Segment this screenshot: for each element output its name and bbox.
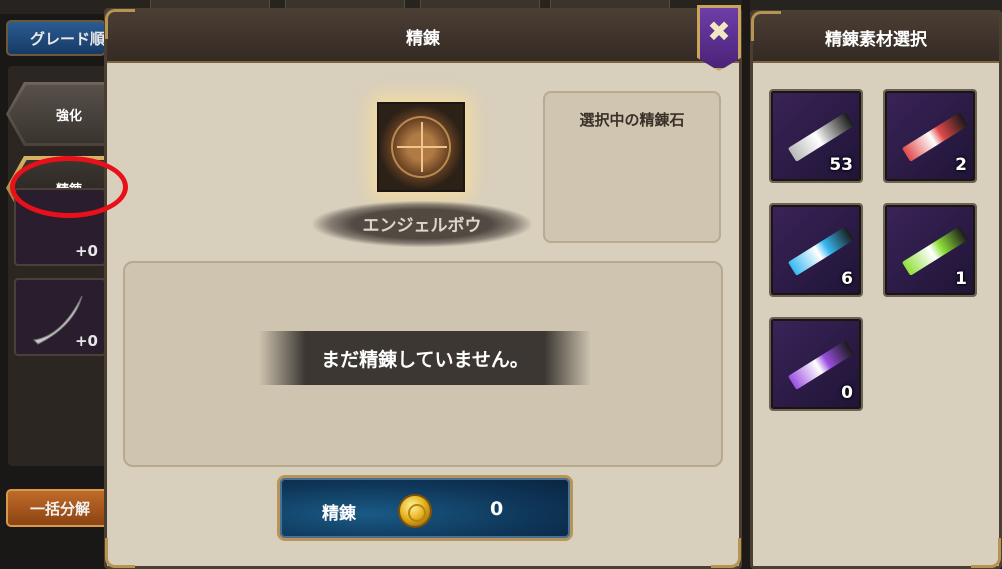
gold-coin-icon xyxy=(398,494,432,528)
material-purple-stone[interactable]: 0 xyxy=(769,317,863,411)
highlight-circle xyxy=(10,156,128,218)
tab-enhance-label: 強化 xyxy=(55,108,82,124)
refine-panel-header: 精錬 xyxy=(107,11,739,63)
frame-corner xyxy=(751,11,781,41)
item-card-scimitar[interactable]: +0 xyxy=(14,278,106,356)
material-count: 1 xyxy=(955,269,967,289)
material-count: 53 xyxy=(829,155,853,175)
material-panel: 精錬素材選択 53 2 6 1 0 xyxy=(750,10,1002,569)
item-level: +0 xyxy=(74,242,98,260)
material-gray-stone[interactable]: 53 xyxy=(769,89,863,183)
frame-corner xyxy=(971,538,1001,568)
bow-icon-crossbar xyxy=(397,146,447,148)
material-count: 2 xyxy=(955,155,967,175)
material-count: 6 xyxy=(841,269,853,289)
frame-corner xyxy=(711,538,741,568)
tab-enhance[interactable]: 強化 xyxy=(6,82,118,146)
game-screen: グレード順 強化 精錬 +0 +0 一括分解 精錬 ✖ エンジ xyxy=(0,0,1002,569)
material-green-stone[interactable]: 1 xyxy=(883,203,977,297)
refine-button-label: 精錬 xyxy=(322,504,356,524)
material-count: 0 xyxy=(841,383,853,403)
material-panel-title: 精錬素材選択 xyxy=(825,29,927,50)
refine-button[interactable]: 精錬 0 xyxy=(277,475,573,541)
weapon-slot[interactable] xyxy=(377,102,465,192)
item-level: +0 xyxy=(74,332,98,350)
material-blue-stone[interactable]: 6 xyxy=(769,203,863,297)
refine-result-box: まだ精錬していません。 xyxy=(123,261,723,467)
frame-corner xyxy=(105,9,135,39)
close-button[interactable]: ✖ xyxy=(697,5,741,71)
selected-stone-title: 選択中の精錬石 xyxy=(579,111,685,129)
refine-panel: 精錬 ✖ エンジェルボウ 選択中の精錬石 まだ精錬していません。 精錬 0 xyxy=(104,5,742,569)
weapon-name: エンジェルボウ xyxy=(362,216,482,236)
material-panel-header: 精錬素材選択 xyxy=(753,13,999,63)
refine-cost: 0 xyxy=(490,498,504,520)
selected-stone-box: 選択中の精錬石 xyxy=(543,91,721,243)
material-red-stone[interactable]: 2 xyxy=(883,89,977,183)
refine-panel-title: 精錬 xyxy=(406,28,440,49)
panel-gap xyxy=(742,0,750,569)
result-message: まだ精錬していません。 xyxy=(321,349,529,371)
grade-sort-button[interactable]: グレード順 xyxy=(6,20,106,56)
close-icon: ✖ xyxy=(707,15,731,48)
frame-corner xyxy=(105,538,135,568)
bulk-dismantle-button[interactable]: 一括分解 xyxy=(6,489,110,527)
